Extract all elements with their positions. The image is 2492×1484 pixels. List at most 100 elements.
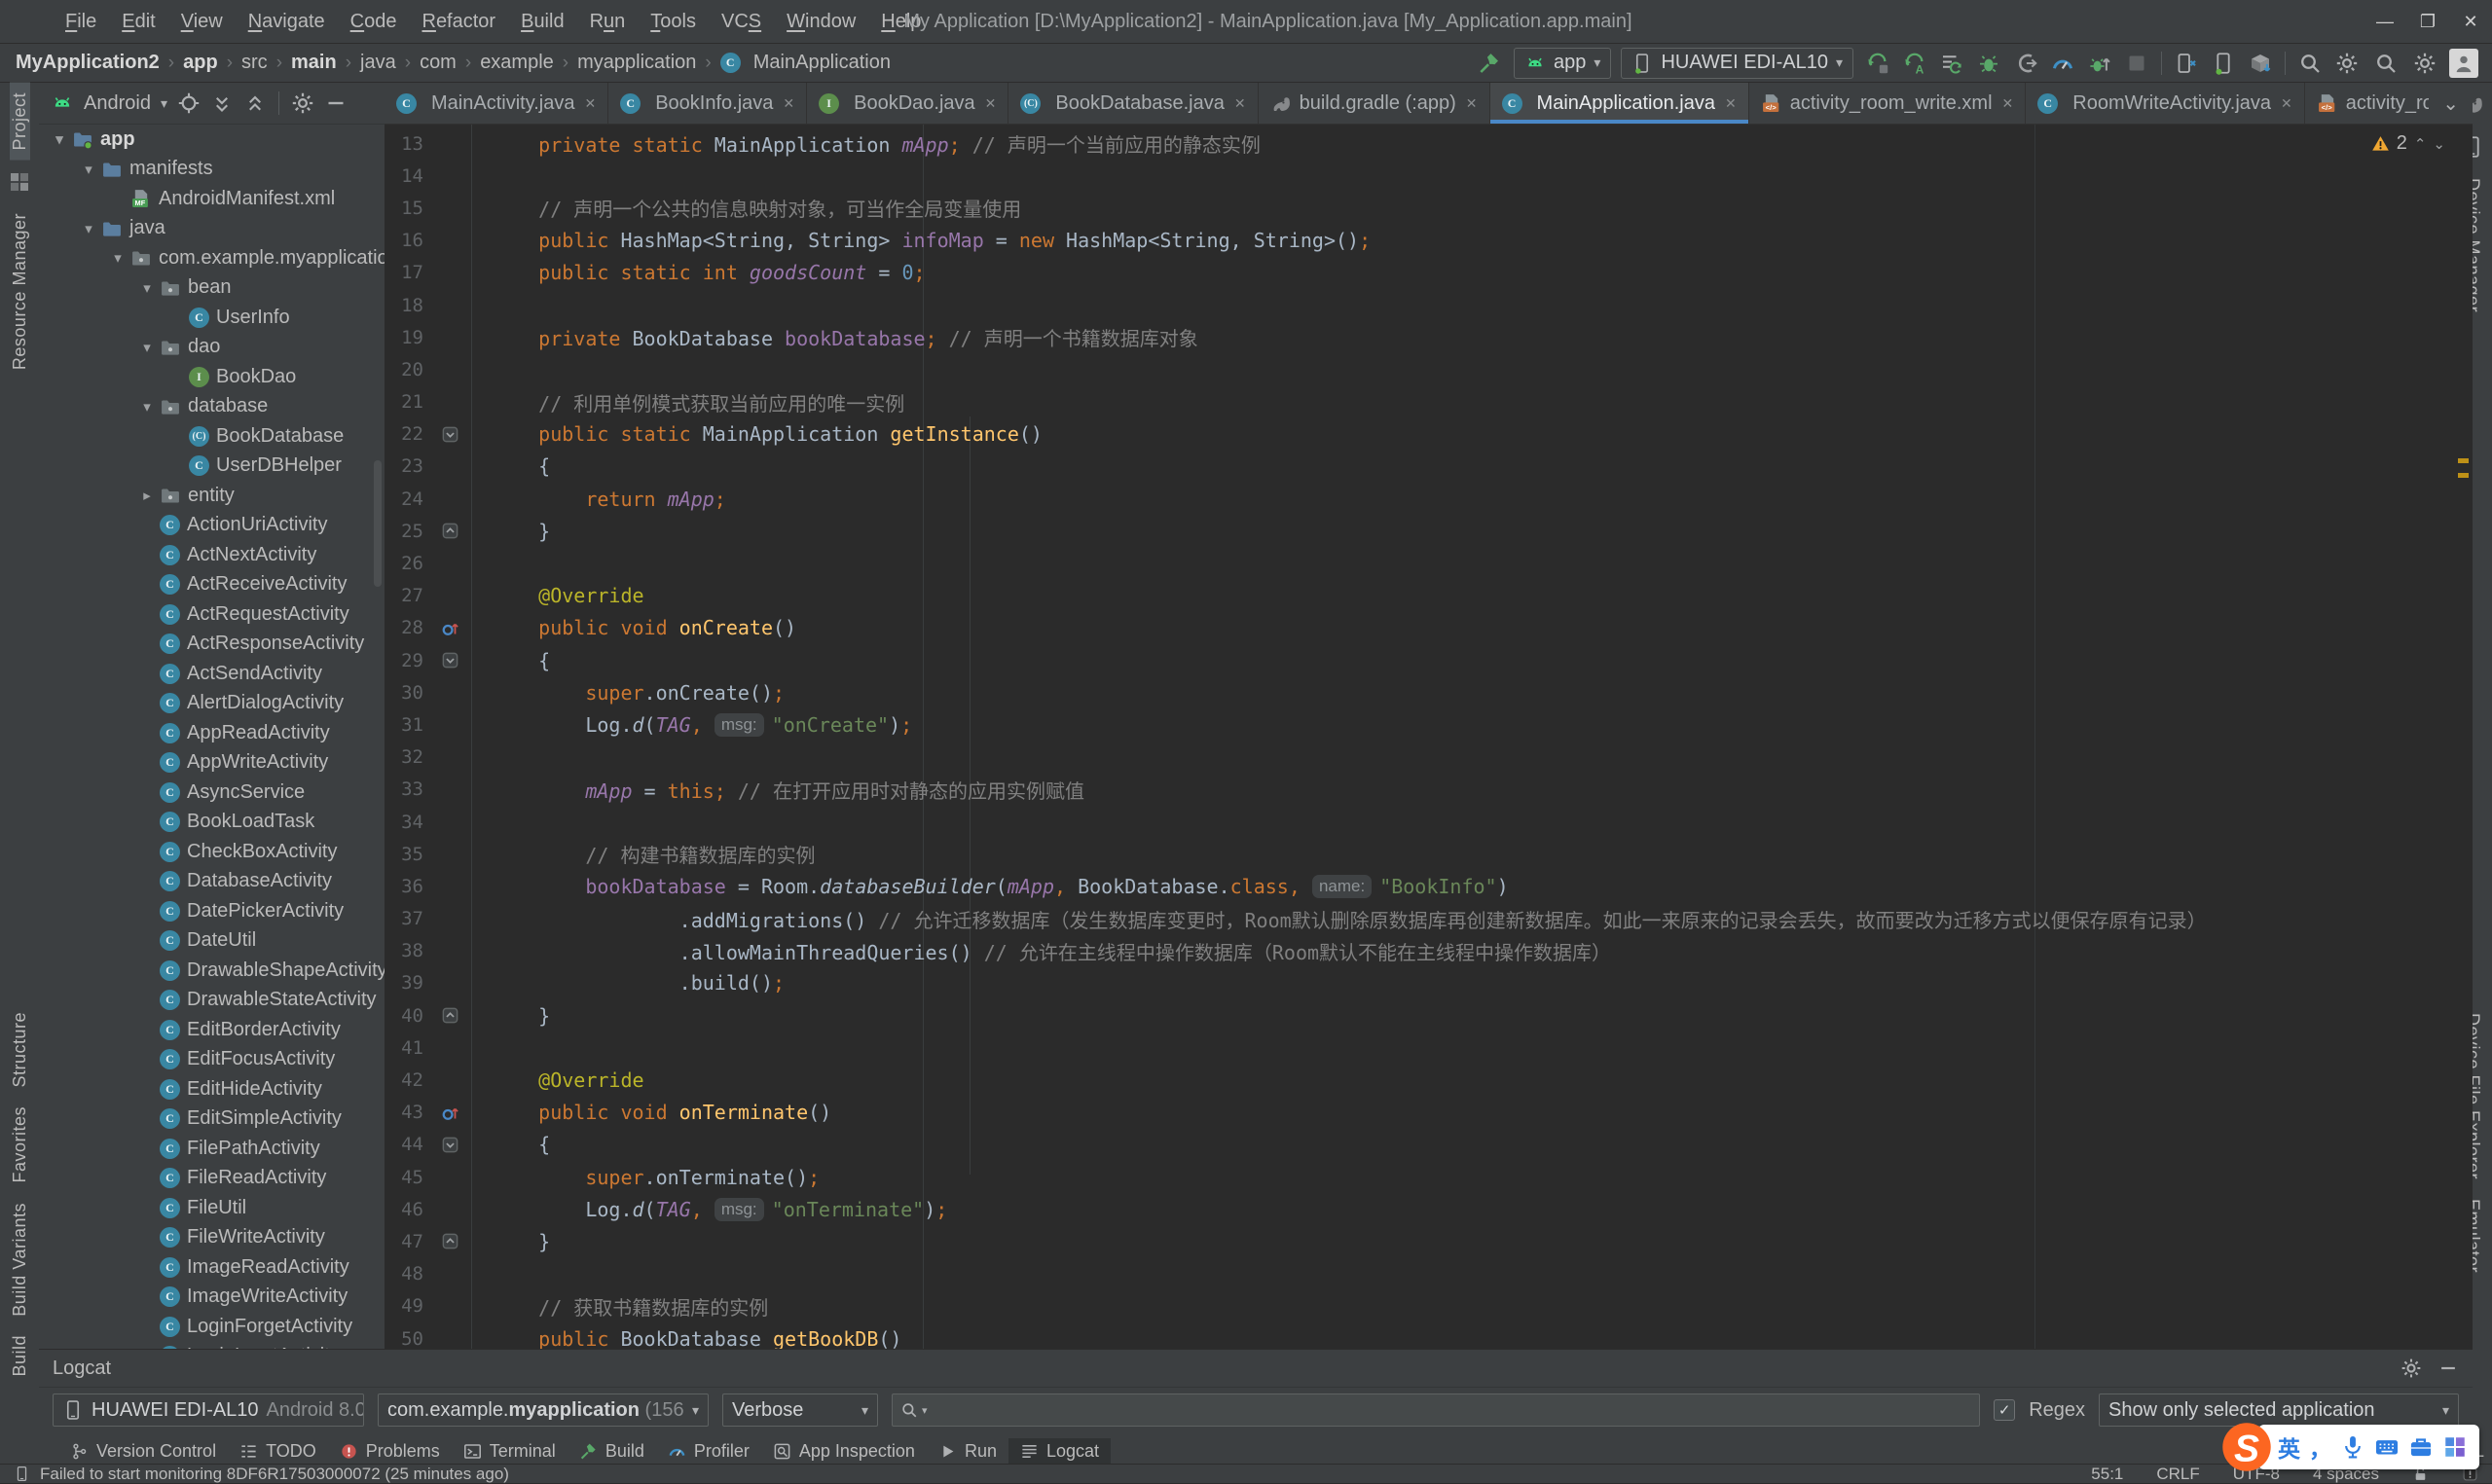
run-configuration-select[interactable]: app ▾ <box>1514 47 1612 79</box>
tree-item-app[interactable]: ▾ app <box>39 125 385 155</box>
collapse-all-icon[interactable] <box>243 91 267 115</box>
line-number[interactable]: 25 <box>385 521 423 542</box>
close-tab-icon[interactable]: ✕ <box>584 95 596 112</box>
tree-item-LoginInputActivity[interactable]: CLoginInputActivity <box>39 1342 385 1349</box>
line-number[interactable]: 48 <box>385 1263 423 1285</box>
logcat-process-select[interactable]: com.example.myapplication (15659 ▾ <box>378 1394 709 1427</box>
breadcrumb-item[interactable]: app <box>183 52 218 74</box>
line-number[interactable]: 18 <box>385 295 423 316</box>
grid-icon[interactable] <box>2442 1434 2468 1460</box>
tree-chevron-icon[interactable]: ▾ <box>76 161 101 178</box>
tree-item-ActRequestActivity[interactable]: C ActRequestActivity <box>39 599 385 630</box>
line-number[interactable]: 45 <box>385 1167 423 1188</box>
toolwindow-terminal[interactable]: Terminal <box>452 1438 568 1464</box>
tree-item-CheckBoxActivity[interactable]: C CheckBoxActivity <box>39 837 385 867</box>
tree-item-entity[interactable]: ▸ entity <box>39 481 385 511</box>
line-number[interactable]: 50 <box>385 1328 423 1350</box>
tree-item-ActionUriActivity[interactable]: C ActionUriActivity <box>39 511 385 541</box>
menu-edit[interactable]: Edit <box>109 11 167 33</box>
tree-item-ImageWriteActivity[interactable]: C ImageWriteActivity <box>39 1283 385 1313</box>
line-number[interactable]: 32 <box>385 746 423 768</box>
line-number[interactable]: 31 <box>385 714 423 736</box>
tree-item-FileUtil[interactable]: C FileUtil <box>39 1193 385 1223</box>
chevron-down-icon[interactable]: ▾ <box>161 95 167 112</box>
line-number[interactable]: 43 <box>385 1102 423 1123</box>
editor-tab-activity_room_write.xml[interactable]: </> activity_room_write.xml ✕ <box>1749 83 2027 124</box>
line-number[interactable]: 30 <box>385 682 423 704</box>
keyboard-icon[interactable] <box>2374 1434 2400 1460</box>
tree-chevron-icon[interactable]: ▾ <box>105 249 130 267</box>
editor-tab-MainApplication.java[interactable]: C MainApplication.java ✕ <box>1489 83 1749 124</box>
tree-item-java[interactable]: ▾ java <box>39 214 385 244</box>
strip-build-variants[interactable]: Build Variants <box>10 1193 30 1326</box>
menu-tools[interactable]: Tools <box>638 11 709 33</box>
tree-item-EditBorderActivity[interactable]: C EditBorderActivity <box>39 1015 385 1045</box>
logcat-device-select[interactable]: HUAWEI EDI-AL10 Android 8.0.0 ▾ <box>53 1394 364 1427</box>
warning-stripe-mark[interactable] <box>2458 458 2469 463</box>
breadcrumb-item[interactable]: com <box>420 52 457 74</box>
tree-item-DrawableShapeActivity[interactable]: C DrawableShapeActivity <box>39 956 385 986</box>
close-window-button[interactable]: ✕ <box>2449 0 2492 43</box>
minimize-window-button[interactable]: — <box>2364 0 2406 43</box>
project-view-mode[interactable]: Android <box>84 92 151 115</box>
breadcrumb-item[interactable]: java <box>360 52 396 74</box>
tree-item-FileReadActivity[interactable]: C FileReadActivity <box>39 1164 385 1194</box>
tree-item-EditFocusActivity[interactable]: C EditFocusActivity <box>39 1045 385 1075</box>
toolwindow-logcat[interactable]: Logcat <box>1008 1438 1112 1464</box>
tree-item-AlertDialogActivity[interactable]: C AlertDialogActivity <box>39 689 385 719</box>
editor-tab-BookInfo.java[interactable]: C BookInfo.java ✕ <box>608 83 808 124</box>
breadcrumb-item[interactable]: main <box>291 52 337 74</box>
line-number[interactable]: 14 <box>385 165 423 187</box>
tree-chevron-icon[interactable]: ▸ <box>134 487 160 504</box>
tab-overflow-chevron-icon[interactable]: ⌄ <box>2429 83 2473 124</box>
search-everywhere-button[interactable] <box>2371 49 2400 78</box>
gear-icon[interactable] <box>291 91 314 115</box>
line-number[interactable]: 20 <box>385 359 423 380</box>
tree-item-DatabaseActivity[interactable]: C DatabaseActivity <box>39 867 385 897</box>
strip-favorites[interactable]: Favorites <box>10 1097 30 1193</box>
restore-window-button[interactable]: ❐ <box>2406 0 2449 43</box>
menu-window[interactable]: Window <box>774 11 868 33</box>
line-number[interactable]: 42 <box>385 1069 423 1091</box>
apply-changes-button[interactable] <box>1863 49 1892 78</box>
make-project-button[interactable] <box>1475 49 1504 78</box>
logcat-filter-select[interactable]: Show only selected application ▾ <box>2099 1394 2459 1427</box>
tree-chevron-icon[interactable]: ▾ <box>134 398 160 416</box>
editor-tab-MainActivity.java[interactable]: C MainActivity.java ✕ <box>385 83 609 124</box>
device-manager-button[interactable] <box>2172 49 2201 78</box>
line-number[interactable]: 39 <box>385 972 423 994</box>
menu-vcs[interactable]: VCS <box>709 11 774 33</box>
tree-chevron-icon[interactable]: ▾ <box>134 279 160 297</box>
gutter-override[interactable] <box>423 1097 492 1129</box>
tree-item-UserInfo[interactable]: C UserInfo <box>39 303 385 333</box>
line-number[interactable]: 44 <box>385 1134 423 1155</box>
editor-tab-activity_room_rea[interactable]: </> activity_room_rea <box>2305 83 2429 124</box>
toolwindow-problems[interactable]: Problems <box>328 1438 452 1464</box>
tree-item-UserDBHelper[interactable]: C UserDBHelper <box>39 452 385 482</box>
line-number[interactable]: 13 <box>385 133 423 155</box>
search-history-icon[interactable]: ▾ <box>922 1404 928 1417</box>
ime-punctuation-toggle[interactable]: ， <box>2309 1430 2331 1464</box>
tree-item-ActResponseActivity[interactable]: C ActResponseActivity <box>39 630 385 660</box>
line-number[interactable]: 34 <box>385 812 423 833</box>
line-number[interactable]: 37 <box>385 908 423 929</box>
close-tab-icon[interactable]: ✕ <box>1466 95 1478 112</box>
settings-button[interactable] <box>2410 49 2439 78</box>
breadcrumb-item[interactable]: src <box>241 52 268 74</box>
expand-all-icon[interactable] <box>210 91 234 115</box>
line-number[interactable]: 16 <box>385 230 423 251</box>
editor-tab-RoomWriteActivity.java[interactable]: C RoomWriteActivity.java ✕ <box>2026 83 2305 124</box>
tree-item-manifests[interactable]: ▾ manifests <box>39 155 385 185</box>
device-select[interactable]: HUAWEI EDI-AL10 ▾ <box>1621 47 1853 79</box>
editor-tab-BookDatabase.java[interactable]: (C) BookDatabase.java ✕ <box>1008 83 1259 124</box>
hide-panel-icon[interactable] <box>2437 1357 2459 1379</box>
tree-item-ImageReadActivity[interactable]: C ImageReadActivity <box>39 1252 385 1283</box>
line-number[interactable]: 28 <box>385 617 423 638</box>
breadcrumb-item[interactable]: MyApplication2 <box>16 52 160 74</box>
prev-problem-icon[interactable]: ⌃ <box>2414 135 2427 153</box>
logcat-level-select[interactable]: Verbose ▾ <box>722 1394 878 1427</box>
strip-project[interactable]: Project <box>9 83 30 161</box>
close-tab-icon[interactable]: ✕ <box>1725 95 1737 112</box>
search-everywhere-button[interactable] <box>2295 49 2325 78</box>
gutter-fold_o[interactable] <box>423 644 492 676</box>
